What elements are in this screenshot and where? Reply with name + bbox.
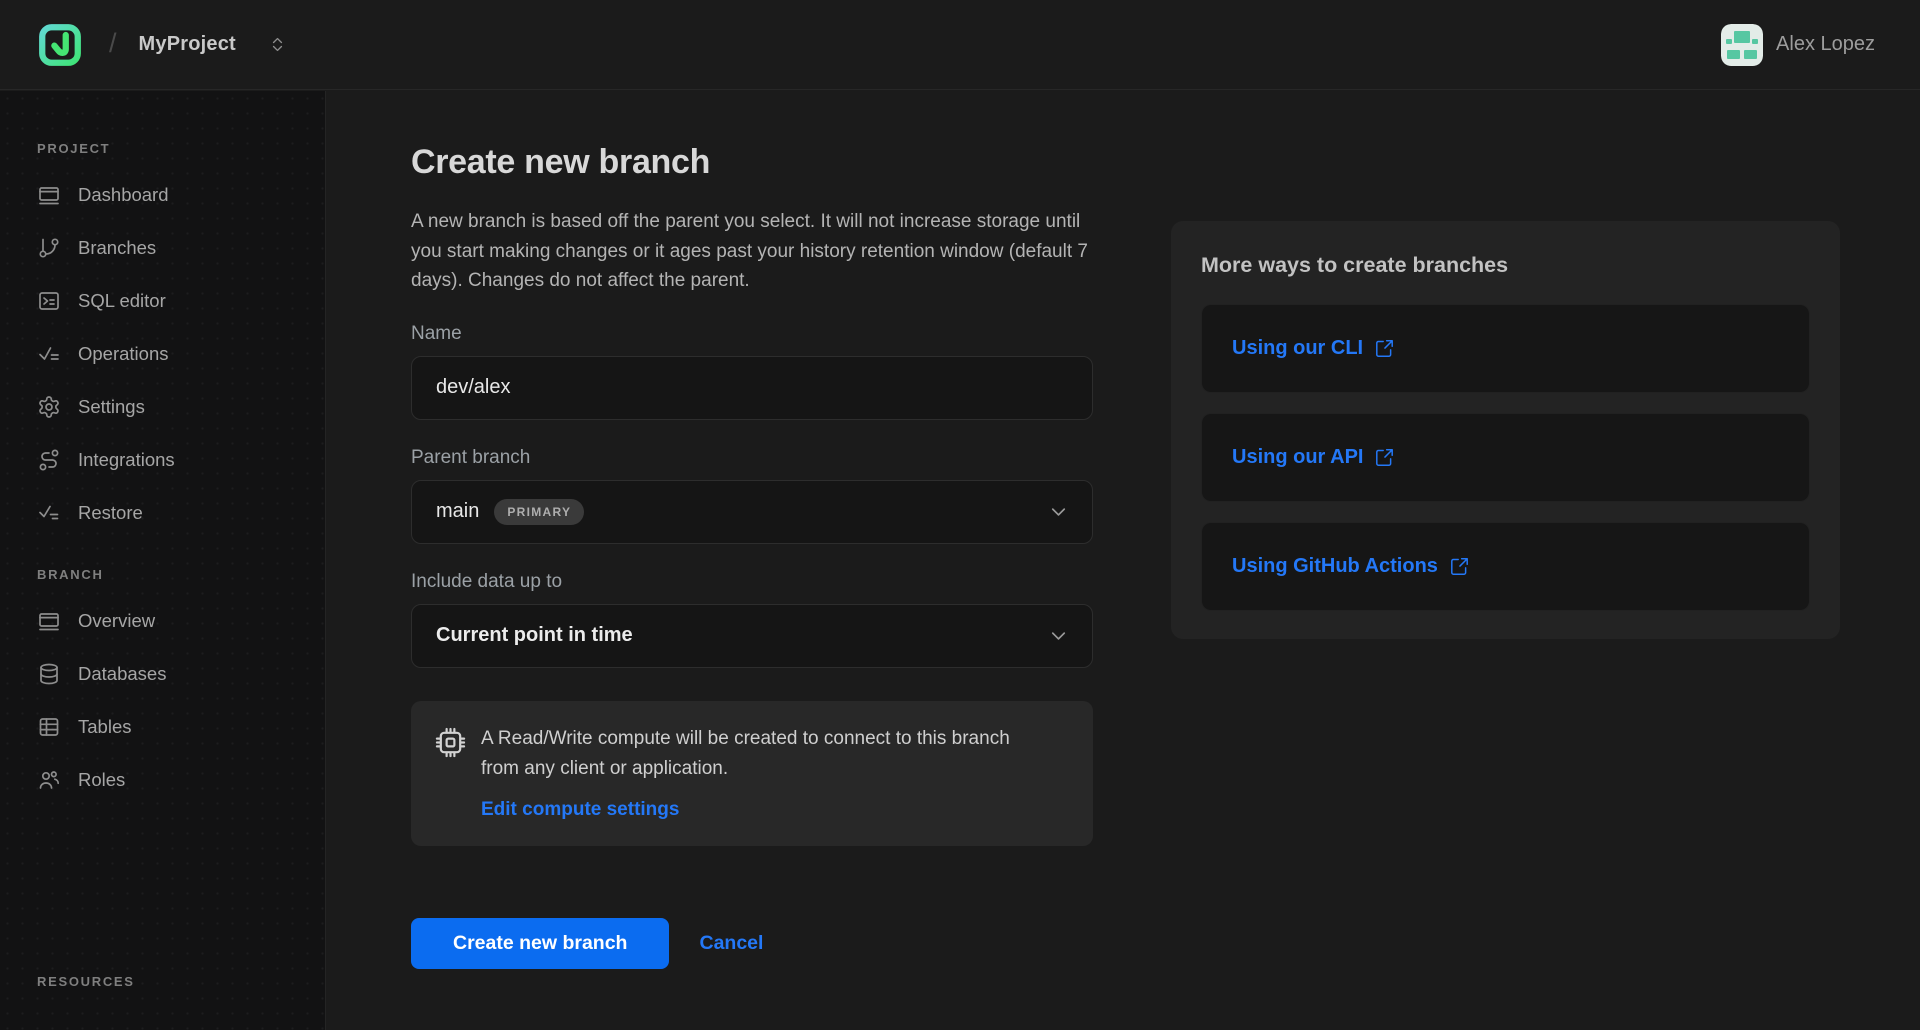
include-data-label: Include data up to xyxy=(411,571,1093,593)
user-name: Alex Lopez xyxy=(1776,33,1875,56)
sidebar-item-label: Integrations xyxy=(78,449,175,471)
more-ways-panel: More ways to create branches Using our C… xyxy=(1171,221,1840,639)
aside-link-using-github-actions[interactable]: Using GitHub Actions xyxy=(1232,555,1470,578)
sidebar-item-dashboard[interactable]: Dashboard xyxy=(37,168,325,221)
sidebar-section-label: RESOURCES xyxy=(37,974,325,989)
sidebar-item-sql-editor[interactable]: SQL editor xyxy=(37,274,325,327)
sidebar-section-resources: RESOURCES xyxy=(37,974,325,989)
aside-link-label: Using our API xyxy=(1232,446,1363,469)
sidebar-item-label: Tables xyxy=(78,716,131,738)
parent-branch-label: Parent branch xyxy=(411,447,1093,469)
edit-compute-settings-link[interactable]: Edit compute settings xyxy=(481,799,679,821)
sidebar-item-label: Databases xyxy=(78,663,166,685)
gear-icon xyxy=(37,395,61,419)
branch-name-value: dev/alex xyxy=(436,376,511,399)
sidebar-item-tables[interactable]: Tables xyxy=(37,700,325,753)
name-label: Name xyxy=(411,323,1093,345)
parent-branch-select[interactable]: main PRIMARY xyxy=(411,480,1093,544)
sidebar-item-settings[interactable]: Settings xyxy=(37,380,325,433)
sidebar-item-label: Dashboard xyxy=(78,184,169,206)
restore-check-icon xyxy=(37,501,61,525)
cancel-button[interactable]: Cancel xyxy=(699,932,763,955)
git-branch-icon xyxy=(37,236,61,260)
compute-info-box: A Read/Write compute will be created to … xyxy=(411,701,1093,846)
sidebar-item-operations[interactable]: Operations xyxy=(37,327,325,380)
aside-link-label: Using GitHub Actions xyxy=(1232,555,1438,578)
sidebar-item-overview[interactable]: Overview xyxy=(37,594,325,647)
sidebar-item-restore[interactable]: Restore xyxy=(37,486,325,539)
external-link-icon xyxy=(1374,338,1395,359)
aside-card-using-our-api[interactable]: Using our API xyxy=(1201,413,1810,502)
sql-terminal-icon xyxy=(37,289,61,313)
include-data-value: Current point in time xyxy=(436,624,633,647)
users-icon xyxy=(37,768,61,792)
create-branch-button[interactable]: Create new branch xyxy=(411,918,669,969)
overview-icon xyxy=(37,609,61,633)
sidebar-section-branch: BRANCH Overview Databases Tables Roles xyxy=(37,567,325,806)
user-menu[interactable]: Alex Lopez xyxy=(1721,24,1875,66)
sidebar-item-label: Roles xyxy=(78,769,125,791)
sidebar: PROJECT Dashboard Branches SQL editor Operat… xyxy=(0,91,326,1030)
sidebar-item-branches[interactable]: Branches xyxy=(37,221,325,274)
compute-note: A Read/Write compute will be created to … xyxy=(481,724,1046,784)
route-icon xyxy=(37,448,61,472)
aside-card-using-our-cli[interactable]: Using our CLI xyxy=(1201,304,1810,393)
aside-card-using-github-actions[interactable]: Using GitHub Actions xyxy=(1201,522,1810,611)
table-icon xyxy=(37,715,61,739)
cpu-icon xyxy=(435,727,466,758)
sidebar-item-label: Settings xyxy=(78,396,145,418)
chevron-down-icon xyxy=(1047,624,1070,647)
aside-link-label: Using our CLI xyxy=(1232,337,1363,360)
sidebar-item-label: Branches xyxy=(78,237,156,259)
sidebar-item-databases[interactable]: Databases xyxy=(37,647,325,700)
chevron-down-icon xyxy=(1047,500,1070,523)
avatar[interactable] xyxy=(1721,24,1763,66)
external-link-icon xyxy=(1449,556,1470,577)
sidebar-nav: PROJECT Dashboard Branches SQL editor Operat… xyxy=(37,141,325,989)
parent-branch-value: main xyxy=(436,500,479,523)
aside-link-using-our-api[interactable]: Using our API xyxy=(1232,446,1395,469)
operations-check-icon xyxy=(37,342,61,366)
chevrons-up-down-icon[interactable] xyxy=(268,35,287,54)
page-title: Create new branch xyxy=(411,143,1093,182)
brand: / MyProject xyxy=(37,22,287,68)
form-actions: Create new branch Cancel xyxy=(411,918,1093,969)
sidebar-item-label: Overview xyxy=(78,610,155,632)
create-branch-form: Create new branch A new branch is based … xyxy=(411,91,1093,969)
dashboard-icon xyxy=(37,183,61,207)
sidebar-item-roles[interactable]: Roles xyxy=(37,753,325,806)
sidebar-section-label: PROJECT xyxy=(37,141,325,156)
external-link-icon xyxy=(1374,447,1395,468)
sidebar-item-label: SQL editor xyxy=(78,290,166,312)
database-icon xyxy=(37,662,61,686)
aside-cards: Using our CLI Using our API Using GitHub A… xyxy=(1201,304,1810,611)
include-data-select[interactable]: Current point in time xyxy=(411,604,1093,668)
sidebar-section-label: BRANCH xyxy=(37,567,325,582)
branch-name-input[interactable]: dev/alex xyxy=(411,356,1093,420)
breadcrumb-divider: / xyxy=(109,28,117,59)
aside-link-using-our-cli[interactable]: Using our CLI xyxy=(1232,337,1395,360)
sidebar-item-label: Restore xyxy=(78,502,143,524)
more-ways-title: More ways to create branches xyxy=(1201,253,1810,278)
primary-badge: PRIMARY xyxy=(494,499,584,525)
sidebar-item-label: Operations xyxy=(78,343,169,365)
topbar: / MyProject Alex Lopez xyxy=(0,0,1920,90)
neon-logo-icon[interactable] xyxy=(37,22,83,68)
main-content: Create new branch A new branch is based … xyxy=(327,91,1920,1030)
sidebar-item-integrations[interactable]: Integrations xyxy=(37,433,325,486)
sidebar-section-project: PROJECT Dashboard Branches SQL editor Operat… xyxy=(37,141,325,539)
page-description: A new branch is based off the parent you… xyxy=(411,207,1093,296)
breadcrumb-project-name[interactable]: MyProject xyxy=(139,33,236,56)
